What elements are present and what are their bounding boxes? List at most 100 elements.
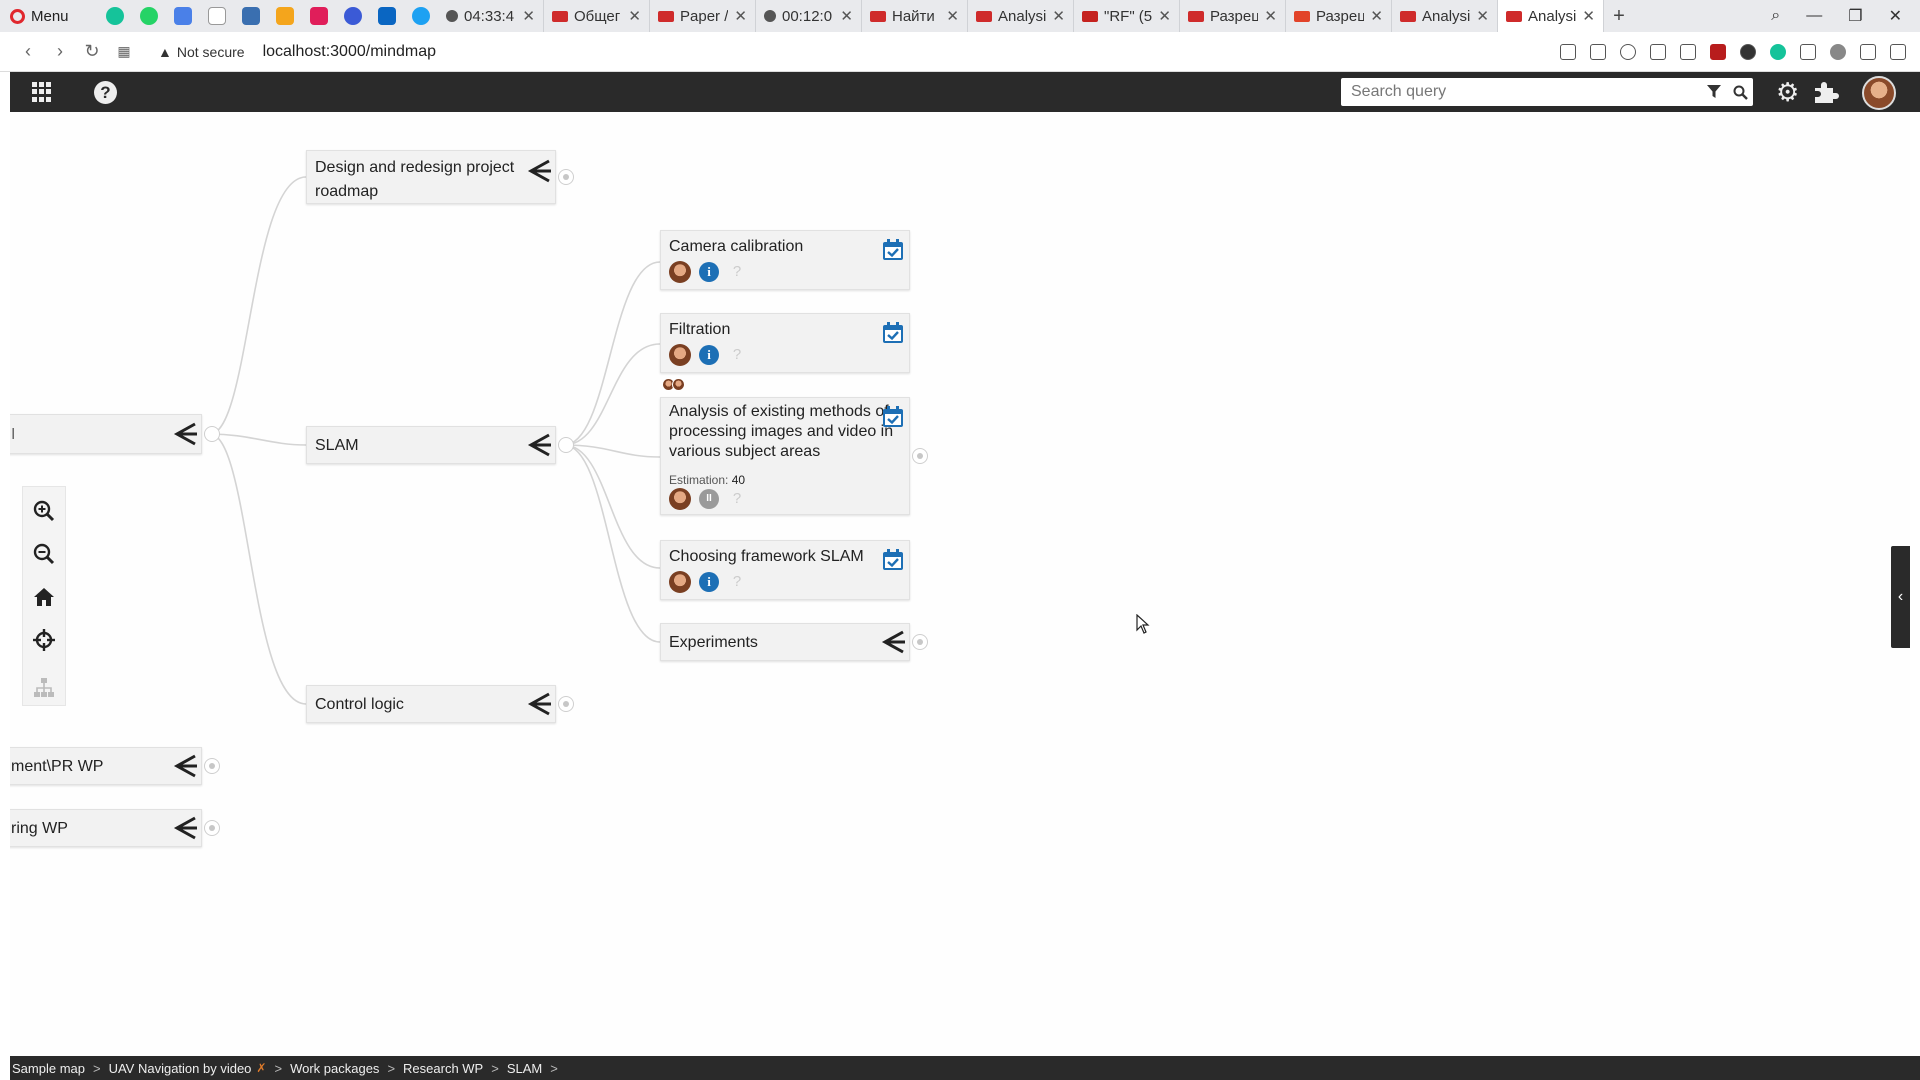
browser-menu-button[interactable]: Menu bbox=[0, 0, 98, 32]
browser-tab[interactable]: 04:33:4 ✕ bbox=[438, 0, 544, 32]
branch-node-control[interactable]: Control logic bbox=[306, 685, 556, 723]
analysis-expand-handle[interactable] bbox=[912, 448, 928, 464]
pin-star-icon[interactable]: ✗ bbox=[256, 1061, 266, 1075]
branch-node-slam[interactable]: SLAM bbox=[306, 426, 556, 464]
browser-tab[interactable]: 00:12:0 ✕ bbox=[756, 0, 862, 32]
browser-tab[interactable]: Общег ✕ bbox=[544, 0, 650, 32]
reload-icon[interactable]: ↻ bbox=[76, 41, 108, 62]
pause-icon[interactable]: II bbox=[699, 489, 719, 509]
info-icon[interactable]: i bbox=[699, 572, 719, 592]
close-window-icon[interactable]: ✕ bbox=[1889, 6, 1902, 26]
close-tab-icon[interactable]: ✕ bbox=[628, 7, 641, 25]
browser-tab[interactable]: Разрец ✕ bbox=[1286, 0, 1392, 32]
breadcrumb-item[interactable]: UAV Navigation by video bbox=[109, 1061, 252, 1076]
search-icon[interactable] bbox=[1727, 85, 1753, 100]
calendar-check-icon[interactable] bbox=[882, 322, 904, 344]
unknown-icon[interactable]: ? bbox=[727, 262, 747, 282]
pinned-tab-pause[interactable] bbox=[200, 0, 234, 32]
edit-icon[interactable] bbox=[1560, 44, 1576, 60]
browser-tab[interactable]: Разрец ✕ bbox=[1180, 0, 1286, 32]
send-icon[interactable] bbox=[1650, 44, 1666, 60]
close-tab-icon[interactable]: ✕ bbox=[840, 7, 853, 25]
share-icon[interactable] bbox=[525, 691, 553, 717]
url-field[interactable]: localhost:3000/mindmap bbox=[263, 43, 436, 61]
minimize-icon[interactable]: — bbox=[1806, 7, 1822, 25]
pinned-tab-twitter[interactable] bbox=[404, 0, 438, 32]
menu-icon[interactable] bbox=[1890, 44, 1906, 60]
tab-search-icon[interactable]: ⌕ bbox=[1771, 7, 1780, 25]
zoom-out-icon[interactable] bbox=[33, 543, 55, 565]
breadcrumb-item[interactable]: Sample map bbox=[12, 1061, 85, 1076]
share-icon[interactable] bbox=[171, 815, 199, 841]
ext-m-icon[interactable] bbox=[1740, 44, 1756, 60]
pinned-tab-translate[interactable] bbox=[166, 0, 200, 32]
close-tab-icon[interactable]: ✕ bbox=[522, 7, 535, 25]
task-node-analysis[interactable]: Analysis of existing methods of processi… bbox=[660, 397, 910, 515]
close-tab-icon[interactable]: ✕ bbox=[1158, 7, 1171, 25]
design-expand-handle[interactable] bbox=[558, 169, 574, 185]
new-tab-button[interactable]: + bbox=[1604, 5, 1634, 28]
restore-icon[interactable]: ❐ bbox=[1848, 6, 1862, 26]
assignee-avatar[interactable] bbox=[669, 261, 691, 283]
pr-wp-expand-handle[interactable] bbox=[204, 758, 220, 774]
close-tab-icon[interactable]: ✕ bbox=[946, 7, 959, 25]
home-icon[interactable] bbox=[33, 586, 55, 608]
slam-collapse-handle[interactable] bbox=[558, 437, 574, 453]
close-tab-icon[interactable]: ✕ bbox=[1264, 7, 1277, 25]
share-icon[interactable] bbox=[525, 432, 553, 458]
control-expand-handle[interactable] bbox=[558, 696, 574, 712]
share-icon[interactable] bbox=[879, 629, 907, 655]
pinned-tab-linkedin[interactable] bbox=[370, 0, 404, 32]
ring-wp-expand-handle[interactable] bbox=[204, 820, 220, 836]
zoom-in-icon[interactable] bbox=[33, 500, 55, 522]
close-tab-icon[interactable]: ✕ bbox=[1370, 7, 1383, 25]
info-icon[interactable]: i bbox=[699, 262, 719, 282]
calendar-check-icon[interactable] bbox=[882, 549, 904, 571]
tab-grid-icon[interactable]: ▦ bbox=[108, 43, 140, 60]
close-tab-icon[interactable]: ✕ bbox=[1052, 7, 1065, 25]
browser-tab[interactable]: Analysi ✕ bbox=[1392, 0, 1498, 32]
browser-tab[interactable]: "RF" (5(✕ bbox=[1074, 0, 1180, 32]
task-node-filtration[interactable]: Filtration i ? bbox=[660, 313, 910, 373]
pinned-tab-sheets[interactable] bbox=[234, 0, 268, 32]
close-tab-icon[interactable]: ✕ bbox=[1476, 7, 1489, 25]
unknown-icon[interactable]: ? bbox=[727, 489, 747, 509]
pinned-tab-whatsapp[interactable] bbox=[132, 0, 166, 32]
browser-tab[interactable]: Paper / ✕ bbox=[650, 0, 756, 32]
camera-icon[interactable] bbox=[1590, 44, 1606, 60]
breadcrumb-item-current[interactable]: SLAM bbox=[507, 1061, 542, 1076]
root-node[interactable]: I bbox=[10, 414, 202, 454]
task-node-camera[interactable]: Camera calibration i ? bbox=[660, 230, 910, 290]
ext-rf-icon[interactable] bbox=[1710, 44, 1726, 60]
pinned-tab-messenger[interactable] bbox=[336, 0, 370, 32]
heart-icon[interactable] bbox=[1680, 44, 1696, 60]
task-node-choosing[interactable]: Choosing framework SLAM i ? bbox=[660, 540, 910, 600]
cube-icon[interactable] bbox=[1800, 44, 1816, 60]
experiments-expand-handle[interactable] bbox=[912, 634, 928, 650]
hierarchy-icon[interactable] bbox=[33, 677, 55, 699]
participants-avatars[interactable] bbox=[662, 378, 685, 391]
security-indicator[interactable]: ▲ Not secure bbox=[158, 44, 245, 60]
profile-icon[interactable] bbox=[1830, 44, 1846, 60]
share-icon[interactable] bbox=[171, 421, 199, 447]
download-icon[interactable] bbox=[1860, 44, 1876, 60]
browser-tab[interactable]: Найти ✕ bbox=[862, 0, 968, 32]
close-tab-icon[interactable]: ✕ bbox=[1582, 7, 1595, 25]
pinned-tab-analytics[interactable] bbox=[268, 0, 302, 32]
filter-icon[interactable] bbox=[1701, 85, 1727, 99]
share-icon[interactable] bbox=[525, 158, 553, 184]
branch-node-experiments[interactable]: Experiments bbox=[660, 623, 910, 661]
branch-node-pr-wp[interactable]: ment\PR WP bbox=[10, 747, 202, 785]
apps-grid-button[interactable] bbox=[32, 82, 52, 102]
calendar-check-icon[interactable] bbox=[882, 239, 904, 261]
calendar-check-icon[interactable] bbox=[882, 406, 904, 428]
forward-icon[interactable]: › bbox=[44, 41, 76, 62]
user-avatar[interactable] bbox=[1862, 76, 1896, 110]
assignee-avatar[interactable] bbox=[669, 571, 691, 593]
browser-tab-active[interactable]: Analysi ✕ bbox=[1498, 0, 1604, 32]
assignee-avatar[interactable] bbox=[669, 488, 691, 510]
breadcrumb-item[interactable]: Work packages bbox=[290, 1061, 379, 1076]
unknown-icon[interactable]: ? bbox=[727, 572, 747, 592]
info-icon[interactable]: i bbox=[699, 345, 719, 365]
settings-gear-icon[interactable]: ⚙ bbox=[1776, 79, 1799, 105]
